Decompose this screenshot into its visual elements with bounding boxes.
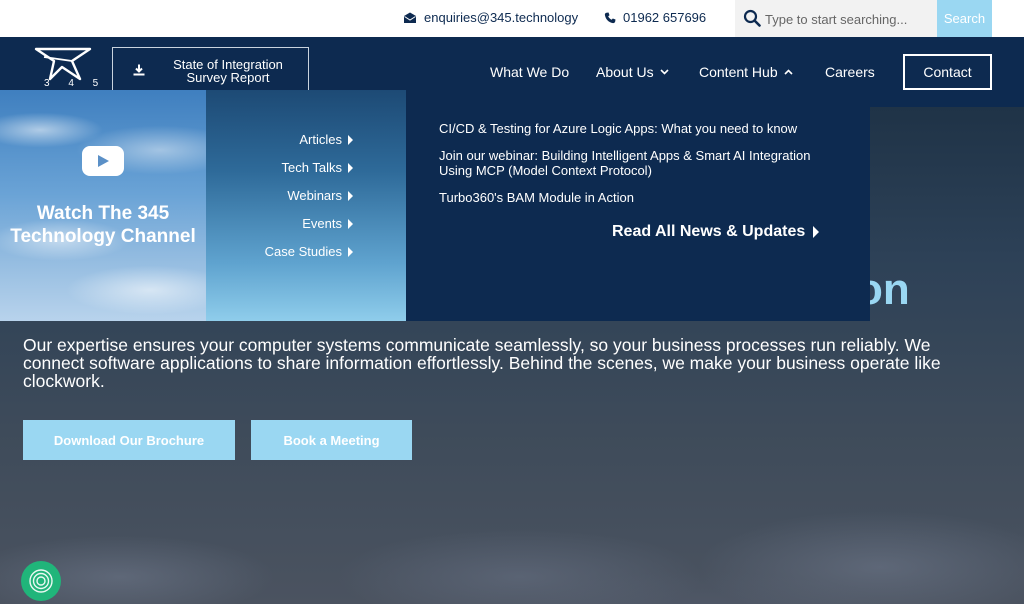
category-label: Events [302, 216, 342, 231]
news-link[interactable]: CI/CD & Testing for Azure Logic Apps: Wh… [439, 121, 839, 136]
survey-report-label: State of Integration Survey Report [173, 57, 283, 85]
nav-label: Content Hub [699, 64, 778, 80]
nav-content-hub[interactable]: Content Hub [699, 64, 793, 80]
top-utility-bar: enquiries@345.technology 01962 657696 Se… [0, 0, 1024, 37]
caret-right-icon [813, 226, 820, 238]
hero-paragraph: Our expertise ensures your computer syst… [23, 335, 941, 391]
phone-text: 01962 657696 [623, 10, 707, 25]
category-label: Webinars [287, 188, 342, 203]
read-all-news-link[interactable]: Read All News & Updates [612, 223, 820, 241]
nav-careers[interactable]: Careers [825, 64, 875, 80]
survey-report-button[interactable]: State of Integration Survey Report [112, 47, 309, 92]
cookie-settings-button[interactable] [21, 561, 61, 601]
phone-icon [604, 12, 616, 23]
caret-right-icon [348, 218, 353, 229]
read-all-label: Read All News & Updates [612, 223, 806, 240]
phone-link[interactable]: 01962 657696 [604, 10, 706, 25]
category-tech-talks[interactable]: Tech Talks [282, 160, 353, 175]
search-box [735, 0, 937, 37]
fingerprint-icon [29, 569, 53, 593]
book-meeting-button[interactable]: Book a Meeting [251, 420, 412, 460]
download-icon [133, 64, 145, 76]
category-label: Articles [299, 132, 342, 147]
search-button[interactable]: Search [937, 0, 992, 37]
caret-right-icon [348, 246, 353, 257]
category-articles[interactable]: Articles [299, 132, 353, 147]
caret-right-icon [348, 190, 353, 201]
category-events[interactable]: Events [302, 216, 353, 231]
content-categories: Articles Tech Talks Webinars Events Case… [206, 90, 406, 321]
nav-label: About Us [596, 64, 654, 80]
youtube-play-icon [82, 146, 124, 176]
youtube-channel-card[interactable]: Watch The 345 Technology Channel [0, 90, 206, 321]
category-webinars[interactable]: Webinars [287, 188, 353, 203]
caret-right-icon [348, 162, 353, 173]
nav-what-we-do[interactable]: What We Do [490, 64, 569, 80]
chevron-up-icon [784, 69, 793, 75]
contact-button[interactable]: Contact [903, 54, 992, 90]
category-case-studies[interactable]: Case Studies [265, 244, 353, 259]
envelope-icon [404, 12, 416, 23]
chevron-down-icon [660, 69, 669, 75]
youtube-channel-title: Watch The 345 Technology Channel [10, 203, 196, 247]
nav-label: Careers [825, 64, 875, 80]
logo-number: 3 4 5 [44, 78, 107, 89]
search-input[interactable] [765, 8, 933, 30]
nav-label: What We Do [490, 64, 570, 80]
nav-about-us[interactable]: About Us [596, 64, 669, 80]
search-icon [743, 9, 761, 27]
email-text: enquiries@345.technology [424, 10, 579, 25]
email-link[interactable]: enquiries@345.technology [403, 10, 578, 25]
caret-right-icon [348, 134, 353, 145]
content-hub-mega-menu: Watch The 345 Technology Channel Article… [0, 90, 870, 321]
category-label: Tech Talks [281, 160, 342, 175]
news-link[interactable]: Join our webinar: Building Intelligent A… [439, 148, 839, 178]
download-brochure-button[interactable]: Download Our Brochure [23, 420, 235, 460]
news-link[interactable]: Turbo360's BAM Module in Action [439, 190, 839, 205]
latest-news-panel: CI/CD & Testing for Azure Logic Apps: Wh… [406, 90, 870, 321]
category-label: Case Studies [264, 244, 342, 259]
